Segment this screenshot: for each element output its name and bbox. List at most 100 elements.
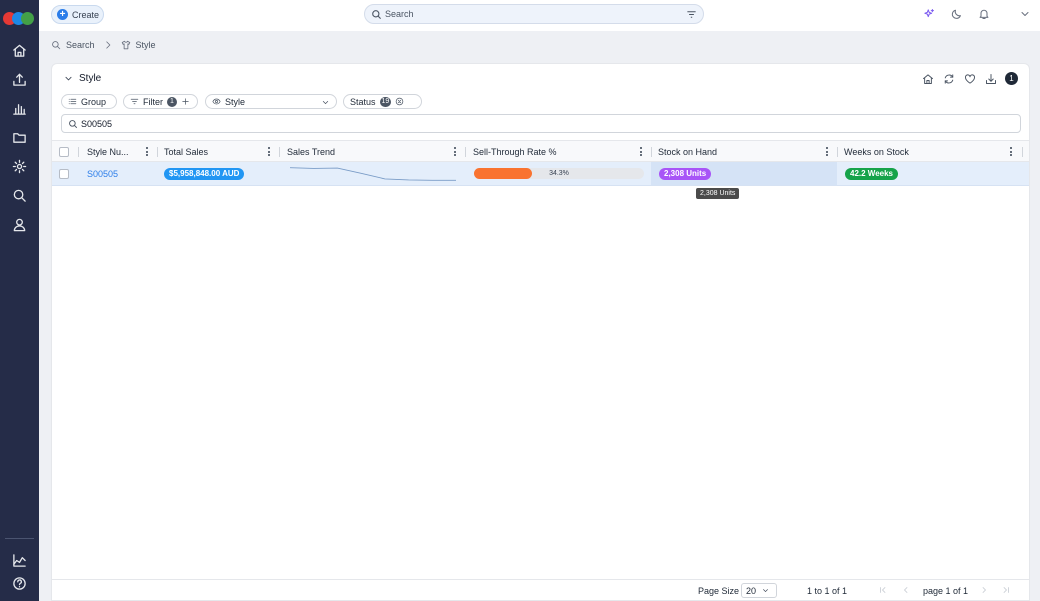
app-logo[interactable]: [3, 12, 35, 26]
weeks-on-stock-cell: 42.2 Weeks: [845, 162, 898, 185]
refresh-icon[interactable]: [942, 72, 955, 85]
column-header-total-sales[interactable]: Total Sales: [164, 141, 279, 162]
prev-page-icon[interactable]: [901, 585, 911, 595]
column-menu-icon[interactable]: [1007, 146, 1015, 157]
column-menu-icon[interactable]: [143, 146, 151, 157]
global-search-input[interactable]: [385, 9, 685, 19]
total-sales-cell: $5,958,848.00 AUD: [164, 162, 245, 185]
sidebar-divider: [5, 538, 34, 539]
total-sales-badge: $5,958,848.00 AUD: [164, 167, 245, 180]
column-header-weeks-on-stock[interactable]: Weeks on Stock: [844, 141, 1021, 162]
sparkle-icon[interactable]: [922, 7, 936, 21]
column-header-label: Style Nu...: [87, 146, 129, 157]
chevron-right-icon: [105, 41, 110, 49]
count-badge[interactable]: 1: [1005, 72, 1018, 85]
tooltip: 2,308 Units: [696, 188, 740, 199]
style-number-cell: S00505: [87, 162, 118, 185]
group-chip-label: Group: [81, 96, 107, 107]
plus-icon: +: [57, 9, 68, 20]
sell-through-progress: 34.3%: [474, 168, 644, 179]
user-icon[interactable]: [10, 215, 28, 233]
filter-chip[interactable]: Filter 1: [123, 94, 198, 109]
search-icon: [69, 119, 78, 128]
weeks-on-stock-badge: 42.2 Weeks: [845, 167, 898, 180]
chevron-down-icon: [322, 101, 329, 105]
chevron-down-icon[interactable]: [64, 74, 73, 83]
plus-icon[interactable]: [181, 97, 190, 106]
close-circle-icon[interactable]: [395, 97, 404, 106]
filter-chip-label: Filter: [143, 96, 163, 107]
breadcrumb-item-search[interactable]: Search: [66, 40, 95, 50]
heart-icon[interactable]: [963, 72, 976, 85]
column-header-sell-through[interactable]: Sell-Through Rate %: [473, 141, 651, 162]
column-menu-icon[interactable]: [451, 146, 459, 157]
style-number-link[interactable]: S00505: [87, 169, 118, 179]
filter-icon[interactable]: [686, 9, 697, 20]
column-header-label: Weeks on Stock: [844, 146, 909, 157]
page-size-select[interactable]: 20: [741, 583, 777, 598]
folder-icon[interactable]: [10, 128, 28, 146]
global-search[interactable]: [364, 4, 704, 24]
select-all-cell: [59, 141, 73, 162]
next-page-icon[interactable]: [979, 585, 989, 595]
search-icon[interactable]: [10, 186, 28, 204]
sell-through-cell: 34.3%: [474, 162, 644, 185]
grid-header: Style Nu... Total Sales Sales Trend Sell…: [52, 140, 1029, 162]
sidebar: [0, 0, 39, 601]
eye-icon: [212, 98, 221, 105]
first-page-icon[interactable]: [878, 585, 888, 595]
list-icon: [68, 98, 77, 105]
column-divider: [1022, 147, 1023, 157]
column-header-stock-on-hand[interactable]: Stock on Hand: [658, 141, 837, 162]
style-search[interactable]: [61, 114, 1021, 133]
view-select-label: Style: [225, 96, 246, 107]
home-icon[interactable]: [921, 72, 934, 85]
help-icon[interactable]: [10, 574, 28, 592]
create-button[interactable]: + Create: [51, 5, 104, 24]
panel-header[interactable]: Style: [64, 73, 101, 84]
column-divider: [157, 147, 158, 157]
create-button-label: Create: [72, 9, 100, 20]
column-header-sales-trend[interactable]: Sales Trend: [287, 141, 465, 162]
table-row[interactable]: S00505 $5,958,848.00 AUD 34.3% 2,308 Uni…: [52, 162, 1029, 186]
settings-icon[interactable]: [10, 157, 28, 175]
view-select[interactable]: Style: [205, 94, 337, 109]
bar-chart-icon[interactable]: [10, 99, 28, 117]
shirt-icon: [121, 40, 130, 50]
sell-through-label: 34.3%: [549, 170, 569, 177]
column-menu-icon[interactable]: [823, 146, 831, 157]
data-grid: Style Nu... Total Sales Sales Trend Sell…: [52, 140, 1029, 186]
search-icon: [372, 9, 382, 19]
top-bar: + Create: [39, 0, 1040, 31]
row-checkbox[interactable]: [59, 168, 69, 179]
sales-trend-sparkline: [290, 166, 456, 181]
breadcrumb: Search Style: [51, 39, 156, 51]
panel-title: Style: [79, 73, 102, 84]
breadcrumb-item-style[interactable]: Style: [136, 40, 156, 50]
download-icon[interactable]: [984, 72, 997, 85]
group-chip[interactable]: Group: [61, 94, 117, 109]
home-icon[interactable]: [10, 41, 28, 59]
column-menu-icon[interactable]: [265, 146, 273, 157]
column-header-style-number[interactable]: Style Nu...: [87, 141, 157, 162]
last-page-icon[interactable]: [1001, 585, 1011, 595]
page-size-label: Page Size: [698, 585, 740, 596]
filter-icon: [130, 98, 139, 105]
bell-icon[interactable]: [977, 7, 991, 21]
page-size-value: 20: [746, 585, 757, 596]
status-chip[interactable]: Status 19: [343, 94, 422, 109]
column-divider: [279, 147, 280, 157]
column-header-label: Sell-Through Rate %: [473, 146, 557, 157]
column-menu-icon[interactable]: [637, 146, 645, 157]
stock-on-hand-cell[interactable]: 2,308 Units: [659, 162, 712, 185]
select-all-checkbox[interactable]: [59, 146, 69, 157]
moon-icon[interactable]: [950, 7, 964, 21]
upload-icon[interactable]: [10, 70, 28, 88]
status-count-badge: 19: [379, 96, 392, 107]
search-icon: [52, 41, 61, 50]
chevron-down-icon[interactable]: [1018, 7, 1032, 21]
page-indicator: page 1 of 1: [923, 585, 969, 596]
column-divider: [78, 147, 79, 157]
style-search-input[interactable]: [81, 118, 981, 129]
report-icon[interactable]: [10, 551, 28, 569]
